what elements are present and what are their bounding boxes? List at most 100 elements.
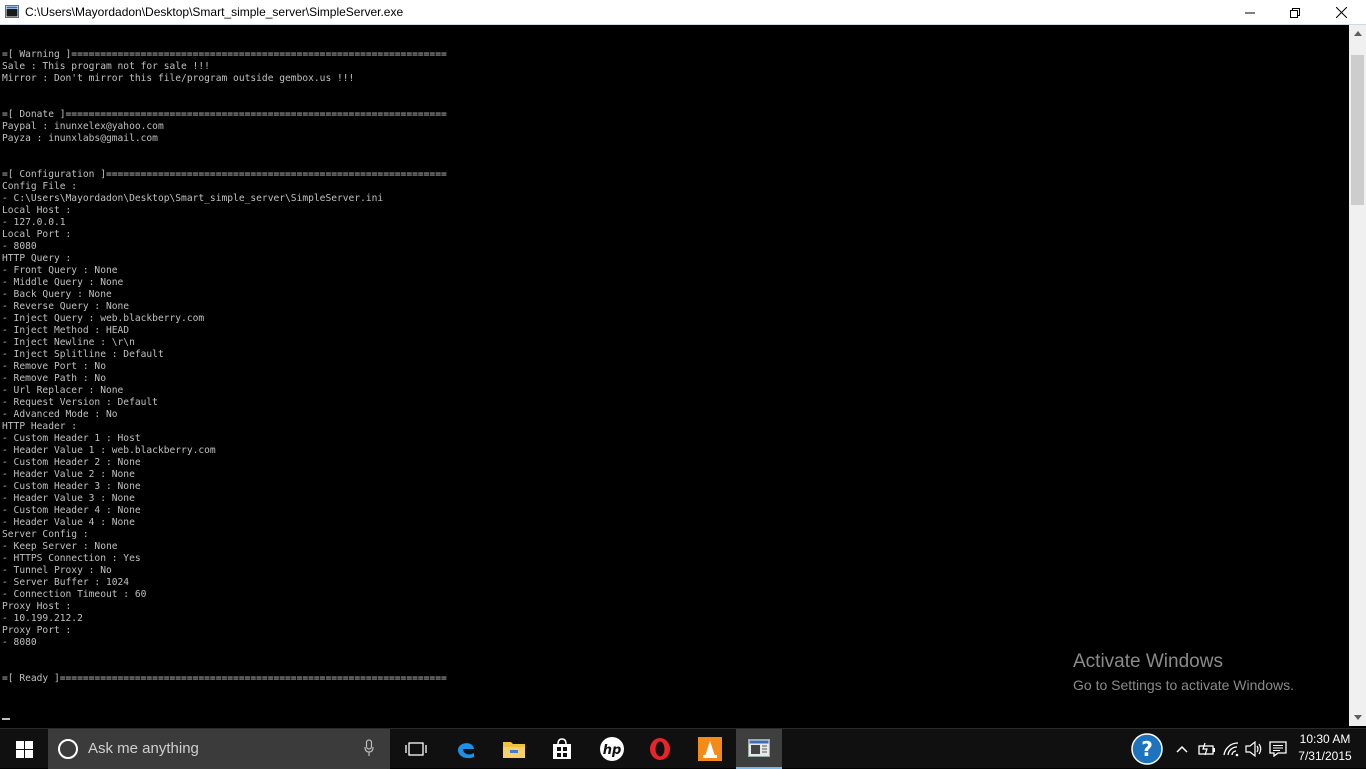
restore-icon: [1290, 7, 1300, 18]
watermark-title: Activate Windows: [1073, 651, 1223, 672]
text-cursor: [2, 718, 10, 720]
vlc-button[interactable]: [688, 729, 732, 769]
wifi-icon: [1223, 742, 1239, 757]
notification-icon: [1269, 741, 1287, 757]
action-center-button[interactable]: [1267, 729, 1289, 769]
console-line: Local Host :: [2, 205, 72, 216]
console-line: - Remove Path : No: [2, 373, 106, 384]
opera-button[interactable]: [638, 729, 682, 769]
help-button[interactable]: ?: [1128, 729, 1166, 769]
close-icon: [1335, 7, 1347, 18]
console-app-icon: [748, 739, 770, 757]
scroll-up-button[interactable]: [1349, 25, 1366, 42]
console-window-icon: [5, 5, 19, 18]
console-line: Local Port :: [2, 229, 72, 240]
cortana-icon: [58, 739, 78, 759]
scroll-down-button[interactable]: [1349, 709, 1366, 726]
console-line: - 8080: [2, 637, 37, 648]
activation-watermark: Activate Windows Go to Settings to activ…: [1073, 650, 1294, 696]
console-line: - Middle Query : None: [2, 277, 124, 288]
clock[interactable]: 10:30 AM 7/31/2015: [1290, 731, 1360, 765]
edge-button[interactable]: [444, 729, 488, 769]
console-line: =[ Warning ]============================…: [2, 49, 447, 60]
console-line: - Tunnel Proxy : No: [2, 565, 112, 576]
start-button[interactable]: [0, 729, 48, 769]
console-line: - 8080: [2, 241, 37, 252]
opera-icon: [650, 738, 670, 760]
console-line: Payza : inunxlabs@gmail.com: [2, 133, 158, 144]
clock-time: 10:30 AM: [1299, 732, 1351, 746]
maximize-button[interactable]: [1272, 0, 1318, 25]
console-line: - Remove Port : No: [2, 361, 106, 372]
hp-icon: hp: [600, 737, 624, 761]
console-line: Config File :: [2, 181, 78, 192]
hp-button[interactable]: hp: [590, 729, 634, 769]
volume-button[interactable]: [1243, 729, 1265, 769]
vertical-scrollbar[interactable]: [1349, 25, 1366, 726]
console-line: Paypal : inunxelex@yahoo.com: [2, 121, 164, 132]
console-line: - Back Query : None: [2, 289, 112, 300]
console-line: - Reverse Query : None: [2, 301, 130, 312]
console-line: - Header Value 1 : web.blackberry.com: [2, 445, 216, 456]
task-view-button[interactable]: [394, 729, 438, 769]
console-output[interactable]: =[ Warning ]============================…: [0, 25, 1349, 726]
show-hidden-icons-button[interactable]: [1172, 729, 1192, 769]
console-line: - Inject Query : web.blackberry.com: [2, 313, 205, 324]
console-line: - Connection Timeout : 60: [2, 589, 147, 600]
console-line: - Request Version : Default: [2, 397, 158, 408]
task-view-icon: [405, 742, 427, 756]
battery-button[interactable]: [1196, 729, 1218, 769]
store-button[interactable]: [540, 729, 584, 769]
volume-icon: [1245, 741, 1262, 757]
console-line: HTTP Header :: [2, 421, 78, 432]
minimize-icon: [1245, 12, 1255, 13]
edge-icon: [458, 743, 474, 759]
store-icon: [553, 738, 571, 759]
console-line: Sale : This program not for sale !!!: [2, 61, 210, 72]
console-app-button[interactable]: [736, 729, 782, 769]
console-line: - Keep Server : None: [2, 541, 118, 552]
console-line: Proxy Port :: [2, 625, 72, 636]
file-explorer-icon: [503, 742, 525, 758]
chevron-up-icon: [1176, 745, 1188, 753]
console-line: - Custom Header 1 : Host: [2, 433, 141, 444]
console-line: Mirror : Don't mirror this file/program …: [2, 73, 355, 84]
console-line: Proxy Host :: [2, 601, 72, 612]
console-line: - Custom Header 2 : None: [2, 457, 141, 468]
console-line: - Header Value 3 : None: [2, 493, 135, 504]
console-line: - 10.199.212.2: [2, 613, 83, 624]
window-title: C:\Users\Mayordadon\Desktop\Smart_simple…: [25, 5, 404, 19]
scroll-thumb[interactable]: [1351, 55, 1364, 205]
help-icon: ?: [1131, 733, 1163, 765]
wifi-button[interactable]: [1220, 729, 1242, 769]
taskbar: Ask me anything hp ? 10:30 AM 7/31/2015: [0, 728, 1366, 769]
close-button[interactable]: [1318, 0, 1364, 25]
file-explorer-button[interactable]: [492, 729, 536, 769]
console-line: - Inject Splitline : Default: [2, 349, 164, 360]
battery-icon: [1198, 742, 1215, 756]
watermark-subtitle: Go to Settings to activate Windows.: [1073, 677, 1294, 693]
console-line: =[ Configuration ]======================…: [2, 169, 447, 180]
console-line: - Header Value 4 : None: [2, 517, 135, 528]
console-line: - Custom Header 3 : None: [2, 481, 141, 492]
console-line: - Server Buffer : 1024: [2, 577, 130, 588]
console-line: - HTTPS Connection : Yes: [2, 553, 141, 564]
console-line: - Url Replacer : None: [2, 385, 124, 396]
console-line: - Inject Method : HEAD: [2, 325, 130, 336]
search-box[interactable]: Ask me anything: [48, 729, 390, 769]
svg-text:?: ?: [1141, 737, 1153, 761]
console-line: - Custom Header 4 : None: [2, 505, 141, 516]
console-line: Server Config :: [2, 529, 89, 540]
minimize-button[interactable]: [1227, 0, 1273, 25]
vlc-icon: [698, 737, 722, 761]
console-line: - Front Query : None: [2, 265, 118, 276]
console-line: - Header Value 2 : None: [2, 469, 135, 480]
console-line: - 127.0.0.1: [2, 217, 66, 228]
microphone-icon[interactable]: [364, 739, 374, 757]
console-line: =[ Ready ]==============================…: [2, 673, 447, 684]
